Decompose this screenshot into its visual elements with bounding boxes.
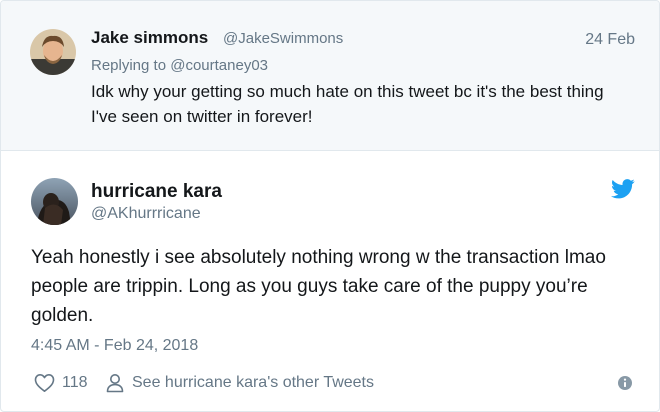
replying-to-handle-link[interactable]: @courtaney03 xyxy=(170,57,268,74)
like-count[interactable]: 118 xyxy=(62,374,88,392)
main-tweet-text: Yeah honestly i see absolutely nothing w… xyxy=(31,247,606,326)
parent-author-avatar[interactable] xyxy=(30,29,76,75)
parent-tweet[interactable]: Jake simmons @JakeSwimmons 24 Feb Replyi… xyxy=(1,1,659,151)
replying-to-line: Replying to @courtaney03 xyxy=(91,57,268,74)
embedded-tweet-card: Jake simmons @JakeSwimmons 24 Feb Replyi… xyxy=(0,0,660,412)
main-author-name[interactable]: hurricane kara xyxy=(91,181,222,203)
info-icon[interactable] xyxy=(617,375,633,391)
person-icon[interactable] xyxy=(106,373,124,393)
parent-author-handle[interactable]: @JakeSwimmons xyxy=(223,30,343,47)
parent-tweet-date[interactable]: 24 Feb xyxy=(585,31,635,49)
parent-tweet-text: Idk why your getting so much hate on thi… xyxy=(91,82,604,126)
tweet-actions-bar: 118 See hurricane kara's other Tweets xyxy=(31,371,641,395)
replying-to-prefix: Replying to xyxy=(91,57,171,74)
twitter-bird-icon[interactable] xyxy=(611,179,635,199)
parent-author-name[interactable]: Jake simmons xyxy=(91,28,208,48)
main-author-avatar[interactable] xyxy=(31,178,78,225)
tweet-timestamp-link[interactable]: 4:45 AM - Feb 24, 2018 xyxy=(31,337,198,355)
see-other-tweets-link[interactable]: See hurricane kara's other Tweets xyxy=(132,374,374,392)
main-author-handle[interactable]: @AKhurrricane xyxy=(91,205,201,223)
heart-icon[interactable] xyxy=(34,373,55,393)
